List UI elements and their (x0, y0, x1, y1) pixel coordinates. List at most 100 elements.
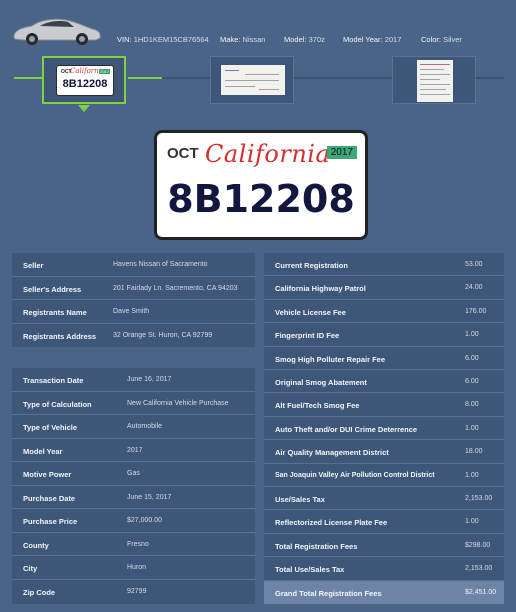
plate-number: 8B12208 (167, 177, 355, 221)
fee-label: Alt Fuel/Tech Smog Fee (275, 401, 360, 411)
fee-value: 18.00 (465, 448, 483, 456)
timeline-line (476, 77, 504, 79)
color-label: Color: (421, 35, 442, 44)
fee-value: 53.00 (465, 261, 483, 268)
fee-label: Total Use/Sales Tax (275, 565, 345, 575)
fee-label: Air Quality Management District (275, 448, 389, 458)
fee-label: Current Registration (275, 261, 348, 270)
fee-row: Fingerprint ID Fee 1.00 (264, 323, 504, 347)
info-row: Type of Vehicle Automobile (12, 415, 255, 439)
vin-value: 1HD1KEM15CB76564 (133, 35, 209, 44)
transaction-info-panel: Transaction Date June 16, 2017 Type of C… (12, 368, 255, 604)
color-field: Color: Silver (421, 35, 462, 44)
fee-value: 176.00 (465, 307, 487, 315)
info-value: Automobile (127, 423, 163, 430)
info-value: 2017 (127, 446, 143, 454)
info-label: Model Year (23, 446, 63, 456)
active-step-indicator-icon (78, 105, 90, 112)
make-field: Make: Nissan (220, 35, 265, 44)
fee-value: 2,153.00 (465, 565, 493, 573)
timeline-step-form[interactable] (392, 56, 476, 104)
info-value: Havens Nissan of Sacramento (113, 261, 208, 268)
fee-value: 1.00 (465, 518, 479, 526)
fees-panel: Current Registration 53.00 California Hi… (264, 253, 504, 604)
fee-label: Original Smog Abatement (275, 378, 367, 387)
fee-label: Total Registration Fees (275, 541, 358, 551)
plate-month: OCT (167, 145, 199, 162)
license-plate: OCT California 2017 8B12208 (154, 130, 368, 240)
color-value: Silver (443, 35, 462, 44)
info-row: Type of Calculation New California Vehic… (12, 392, 255, 415)
fee-row: Alt Fuel/Tech Smog Fee 8.00 (264, 393, 504, 417)
fee-label: San Joaquin Valley Air Pollution Control… (275, 471, 435, 479)
fee-label: Vehicle License Fee (275, 307, 346, 317)
car-image (13, 18, 101, 45)
fee-row: California Highway Patrol 24.00 (264, 276, 504, 300)
fee-value: 6.00 (465, 378, 479, 385)
fee-value: 1.00 (465, 424, 479, 432)
mini-plate-number: 8B12208 (62, 78, 108, 90)
fee-value: 8.00 (465, 401, 479, 409)
fee-value: 1.00 (465, 471, 479, 479)
fee-row: Auto Theft and/or DUI Crime Deterrence 1… (264, 417, 504, 441)
info-label: Seller (23, 261, 44, 270)
timeline-line-active-right (128, 77, 162, 79)
fee-row: Smog High Polluter Repair Fee 6.00 (264, 347, 504, 370)
info-row: Model Year 2017 (12, 439, 255, 462)
check-document-thumbnail (221, 65, 285, 95)
info-value: 32 Orange St. Huron, CA 92799 (113, 331, 213, 339)
info-label: Registrants Name (23, 308, 87, 317)
model-label: Model: (284, 35, 307, 44)
seller-info-panel: Seller Havens Nissan of Sacramento Selle… (12, 253, 255, 347)
info-value: Dave Smith (113, 308, 150, 315)
info-label: Type of Vehicle (23, 423, 78, 432)
fee-label: Smog High Polluter Repair Fee (275, 354, 386, 364)
fee-value: 2,153.00 (465, 495, 493, 502)
info-row: Registrants Address 32 Orange St. Huron,… (12, 324, 255, 348)
timeline-line (294, 77, 392, 79)
info-row: Seller's Address 201 Fairlady Ln. Sacrem… (12, 277, 255, 300)
mini-plate-year: 2017 (99, 69, 110, 74)
info-value: Gas (127, 470, 140, 477)
fee-label: Auto Theft and/or DUI Crime Deterrence (275, 424, 418, 434)
fee-value: 1.00 (465, 331, 479, 339)
make-label: Make: (220, 35, 241, 44)
info-label: Seller's Address (23, 284, 82, 294)
fee-row-total-registration: Total Registration Fees $298.00 (264, 534, 504, 558)
fee-value: 24.00 (465, 284, 483, 292)
info-label: Purchase Date (23, 493, 76, 503)
vin-field: VIN: 1HD1KEM15CB76564 (117, 35, 209, 44)
timeline-step-plate[interactable]: OCT California 2017 8B12208 (42, 56, 126, 104)
info-value: 201 Fairlady Ln. Sacremento, CA 94203 (113, 284, 238, 292)
plate-state: California (205, 140, 331, 168)
fee-label: Fingerprint ID Fee (275, 331, 340, 341)
info-label: Type of Calculation (23, 399, 92, 409)
grand-total-value: $2,451.00 (465, 588, 497, 596)
info-value: Huron (127, 564, 147, 571)
info-label: City (23, 564, 38, 573)
info-value: June 15, 2017 (127, 493, 172, 501)
timeline-step-check[interactable] (210, 56, 294, 104)
fee-label: Reflectorized License Plate Fee (275, 518, 388, 528)
info-label: Registrants Address (23, 331, 97, 341)
info-value: 92799 (127, 587, 147, 595)
info-row: County Fresno (12, 533, 255, 556)
year-value: 2017 (384, 35, 402, 44)
fee-row: Air Quality Management District 18.00 (264, 440, 504, 464)
info-label: Zip Code (23, 587, 56, 597)
info-label: Purchase Price (23, 517, 78, 526)
vehicle-header: VIN: 1HD1KEM15CB76564 Make: Nissan Model… (0, 0, 516, 56)
info-row: Zip Code 92799 (12, 580, 255, 605)
fee-row: San Joaquin Valley Air Pollution Control… (264, 464, 504, 487)
info-label: County (23, 540, 49, 550)
fee-value: 6.00 (465, 354, 479, 362)
info-row: City Huron (12, 556, 255, 580)
fee-row: Use/Sales Tax 2,153.00 (264, 487, 504, 511)
info-value: New California Vehicle Purchase (127, 399, 229, 407)
timeline-line-active-left (14, 77, 44, 79)
info-row: Purchase Price $27,000.00 (12, 509, 255, 533)
fee-value: $298.00 (465, 541, 491, 549)
info-row: Seller Havens Nissan of Sacramento (12, 253, 255, 277)
plate-thumbnail: OCT California 2017 8B12208 (56, 65, 114, 96)
fee-row: Reflectorized License Plate Fee 1.00 (264, 510, 504, 534)
